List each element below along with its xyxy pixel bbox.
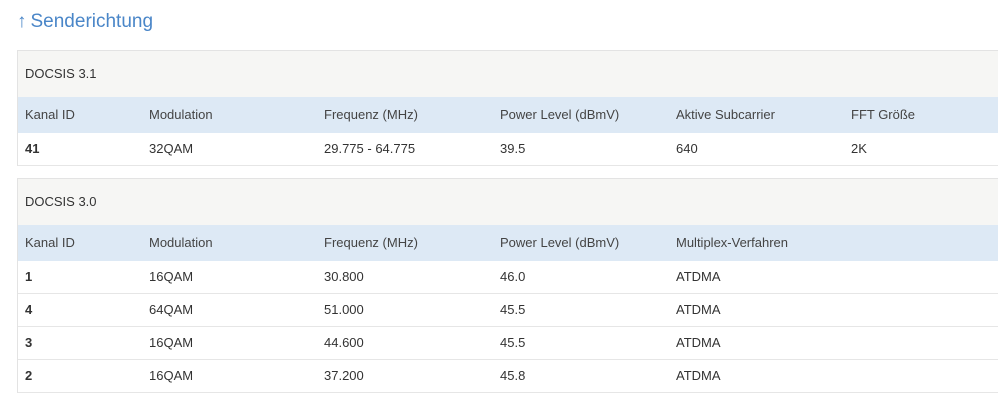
cell-power-level: 39.5 (500, 141, 526, 156)
docsis30-table: DOCSIS 3.0 Kanal ID Modulation Frequenz … (17, 178, 998, 393)
upstream-page: ↑ Senderichtung DOCSIS 3.1 Kanal ID Modul… (0, 0, 998, 400)
col-header-modulation: Modulation (149, 107, 213, 122)
table-row: 2 16QAM 37.200 45.8 ATDMA (18, 360, 998, 393)
cell-power-level: 45.5 (500, 335, 526, 350)
cell-frequenz: 37.200 (324, 368, 364, 383)
cell-aktive-subcarrier: 640 (676, 141, 698, 156)
table-row: 41 32QAM 29.775 - 64.775 39.5 640 2K (18, 133, 998, 166)
arrow-up-icon: ↑ (17, 11, 27, 32)
cell-frequenz: 51.000 (324, 302, 364, 317)
cell-multiplex-verfahren: ATDMA (676, 302, 721, 317)
table-header-row: Kanal ID Modulation Frequenz (MHz) Power… (18, 225, 998, 261)
cell-multiplex-verfahren: ATDMA (676, 269, 721, 284)
cell-multiplex-verfahren: ATDMA (676, 335, 721, 350)
col-header-modulation: Modulation (149, 235, 213, 250)
table-row: 1 16QAM 30.800 46.0 ATDMA (18, 261, 998, 294)
section-title-senderichtung: ↑ Senderichtung (17, 8, 153, 36)
cell-frequenz: 44.600 (324, 335, 364, 350)
cell-modulation: 32QAM (149, 141, 194, 156)
docsis31-header: DOCSIS 3.1 (18, 50, 998, 97)
col-header-fft-groesse: FFT Größe (851, 107, 916, 122)
cell-frequenz: 30.800 (324, 269, 364, 284)
col-header-multiplex-verfahren: Multiplex-Verfahren (676, 235, 788, 250)
col-header-aktive-subcarrier: Aktive Subcarrier (676, 107, 775, 122)
cell-kanal-id: 4 (25, 302, 33, 317)
cell-power-level: 45.5 (500, 302, 526, 317)
section-title-text: Senderichtung (30, 11, 154, 32)
col-header-kanal-id: Kanal ID (25, 235, 75, 250)
cell-kanal-id: 2 (25, 368, 33, 383)
table-header-row: Kanal ID Modulation Frequenz (MHz) Power… (18, 97, 998, 133)
col-header-kanal-id: Kanal ID (25, 107, 75, 122)
cell-power-level: 45.8 (500, 368, 526, 383)
cell-modulation: 16QAM (149, 368, 194, 383)
cell-fft-groesse: 2K (851, 141, 867, 156)
cell-multiplex-verfahren: ATDMA (676, 368, 721, 383)
col-header-power-level: Power Level (dBmV) (500, 235, 620, 250)
docsis31-table: DOCSIS 3.1 Kanal ID Modulation Frequenz … (17, 50, 998, 166)
cell-kanal-id: 1 (25, 269, 33, 284)
cell-kanal-id: 41 (25, 141, 40, 156)
cell-modulation: 64QAM (149, 302, 194, 317)
table-row: 3 16QAM 44.600 45.5 ATDMA (18, 327, 998, 360)
cell-power-level: 46.0 (500, 269, 526, 284)
docsis30-header: DOCSIS 3.0 (18, 178, 998, 225)
table-row: 4 64QAM 51.000 45.5 ATDMA (18, 294, 998, 327)
cell-modulation: 16QAM (149, 269, 194, 284)
cell-frequenz: 29.775 - 64.775 (324, 141, 416, 156)
col-header-frequenz: Frequenz (MHz) (324, 235, 418, 250)
cell-kanal-id: 3 (25, 335, 33, 350)
col-header-power-level: Power Level (dBmV) (500, 107, 620, 122)
cell-modulation: 16QAM (149, 335, 194, 350)
col-header-frequenz: Frequenz (MHz) (324, 107, 418, 122)
